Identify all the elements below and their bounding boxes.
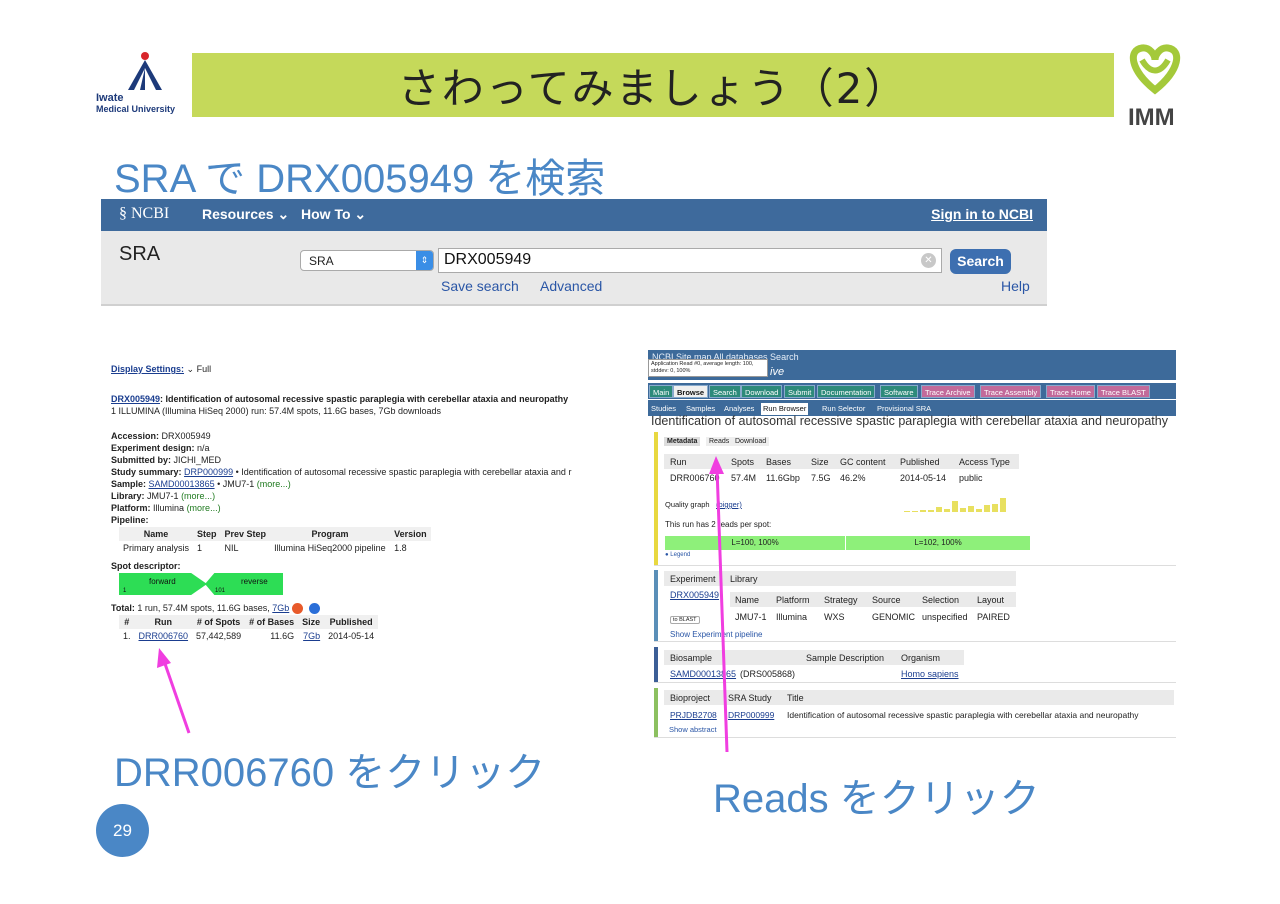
caption-click-reads: Reads をクリック <box>713 777 1040 821</box>
arrow-to-run-link <box>157 648 191 734</box>
page-number: 29 <box>96 804 149 857</box>
caption-click-run: DRR006760 をクリック <box>114 751 546 795</box>
arrow-to-reads-tab <box>709 456 729 753</box>
